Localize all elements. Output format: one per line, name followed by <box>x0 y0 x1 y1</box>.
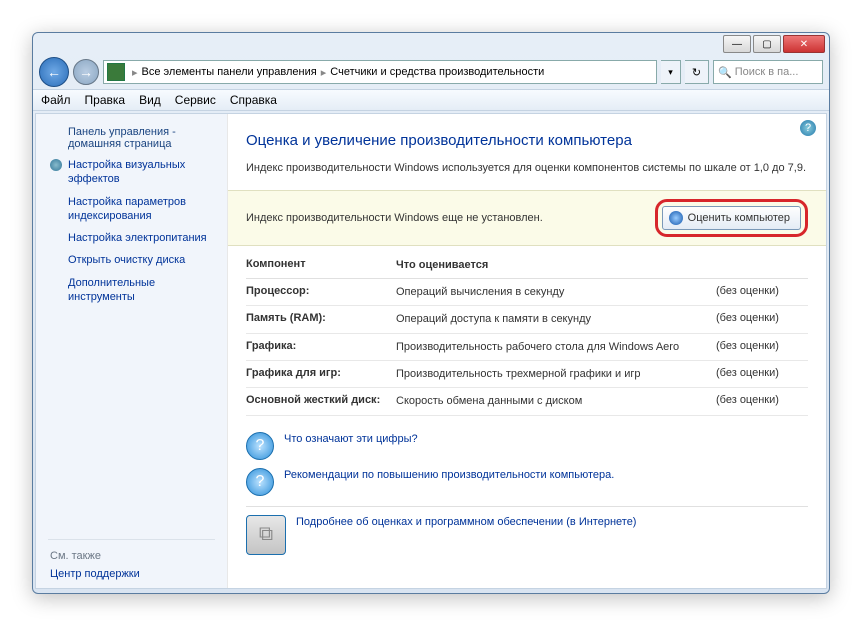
sidebar-item-support-center[interactable]: Центр поддержки <box>36 566 227 584</box>
back-button[interactable]: ← <box>39 57 69 87</box>
table-header: Компонент Что оценивается <box>246 252 808 279</box>
question-icon: ? <box>246 468 274 496</box>
help-icon[interactable]: ? <box>800 120 816 136</box>
sidebar-footer: См. также Центр поддержки <box>36 548 227 584</box>
breadcrumb-sep-icon: ▸ <box>132 66 138 79</box>
minimize-button[interactable]: — <box>723 35 751 53</box>
address-dropdown[interactable]: ▾ <box>661 60 681 84</box>
titlebar: — ▢ ✕ <box>33 33 829 55</box>
rate-icon <box>669 211 683 225</box>
sidebar-item-power[interactable]: Настройка электропитания <box>36 227 227 249</box>
maximize-button[interactable]: ▢ <box>753 35 781 53</box>
table-row: Графика:Производительность рабочего стол… <box>246 334 808 361</box>
rate-button-highlight: Оценить компьютер <box>655 199 808 237</box>
control-panel-window: — ▢ ✕ ← → ▸ Все элементы панели управлен… <box>32 32 830 594</box>
content-area: ? Оценка и увеличение производительности… <box>228 114 826 588</box>
page-title: Оценка и увеличение производительности к… <box>246 132 808 149</box>
breadcrumb-item[interactable]: Счетчики и средства производительности <box>330 66 544 78</box>
link-row: ? Рекомендации по повышению производител… <box>246 464 808 500</box>
close-button[interactable]: ✕ <box>783 35 825 53</box>
link-performance-tips[interactable]: Рекомендации по повышению производительн… <box>284 468 614 483</box>
sidebar-item-indexing[interactable]: Настройка параметров индексирования <box>36 191 227 228</box>
menu-help[interactable]: Справка <box>230 93 277 107</box>
search-icon: 🔍 <box>718 66 732 79</box>
address-row: ← → ▸ Все элементы панели управления ▸ С… <box>33 55 829 89</box>
breadcrumb[interactable]: ▸ Все элементы панели управления ▸ Счетч… <box>103 60 657 84</box>
table-row: Графика для игр:Производительность трехм… <box>246 361 808 388</box>
breadcrumb-item[interactable]: Все элементы панели управления <box>142 66 317 78</box>
link-what-numbers-mean[interactable]: Что означают эти цифры? <box>284 432 418 447</box>
header-what: Что оценивается <box>396 258 716 272</box>
control-panel-icon <box>107 63 125 81</box>
search-placeholder: Поиск в па... <box>735 66 799 78</box>
warning-text: Индекс производительности Windows еще не… <box>246 212 543 224</box>
sidebar-item-visual-effects[interactable]: Настройка визуальных эффектов <box>36 154 227 191</box>
table-row: Основной жесткий диск:Скорость обмена да… <box>246 388 808 415</box>
breadcrumb-sep-icon: ▸ <box>321 66 327 79</box>
see-also-label: См. также <box>36 548 227 566</box>
help-links: ? Что означают эти цифры? ? Рекомендации… <box>246 428 808 559</box>
search-input[interactable]: 🔍 Поиск в па... <box>713 60 823 84</box>
table-row: Память (RAM):Операций доступа к памяти в… <box>246 306 808 333</box>
intro-text: Индекс производительности Windows исполь… <box>246 161 808 176</box>
link-row: ? Что означают эти цифры? <box>246 428 808 464</box>
menubar: Файл Правка Вид Сервис Справка <box>33 89 829 111</box>
body: Панель управления -домашняя страница Нас… <box>35 113 827 589</box>
rating-table: Компонент Что оценивается Процессор:Опер… <box>246 252 808 416</box>
table-row: Процессор:Операций вычисления в секунду(… <box>246 279 808 306</box>
warning-row: Индекс производительности Windows еще не… <box>228 190 826 246</box>
question-icon: ? <box>246 432 274 460</box>
menu-view[interactable]: Вид <box>139 93 161 107</box>
link-row: ⧉ Подробнее об оценках и программном обе… <box>246 506 808 559</box>
menu-file[interactable]: Файл <box>41 93 71 107</box>
link-learn-more-online[interactable]: Подробнее об оценках и программном обесп… <box>296 515 636 530</box>
sidebar-item-disk-cleanup[interactable]: Открыть очистку диска <box>36 249 227 271</box>
sidebar: Панель управления -домашняя страница Нас… <box>36 114 228 588</box>
sidebar-item-advanced-tools[interactable]: Дополнительные инструменты <box>36 272 227 309</box>
forward-button[interactable]: → <box>73 59 99 85</box>
rate-button-label: Оценить компьютер <box>688 212 790 224</box>
refresh-button[interactable]: ↻ <box>685 60 709 84</box>
rate-computer-button[interactable]: Оценить компьютер <box>662 206 801 230</box>
menu-edit[interactable]: Правка <box>85 93 126 107</box>
header-component: Компонент <box>246 258 396 272</box>
sidebar-divider <box>48 539 215 540</box>
shield-icon <box>50 159 62 171</box>
menu-tools[interactable]: Сервис <box>175 93 216 107</box>
software-icon: ⧉ <box>246 515 286 555</box>
sidebar-home[interactable]: Панель управления -домашняя страница <box>36 122 227 154</box>
